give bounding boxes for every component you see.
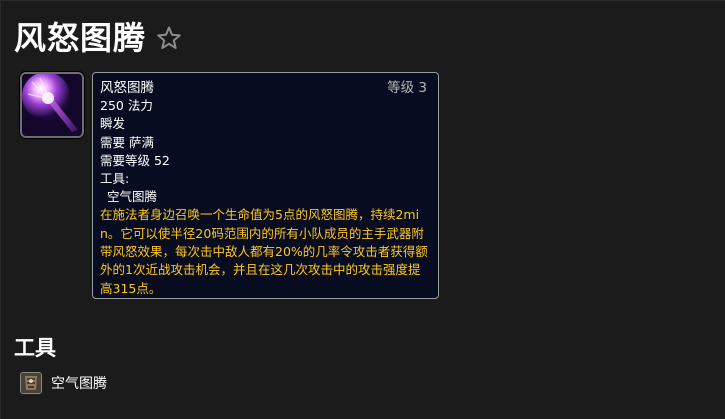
- tooltip-header: 风怒图腾 等级 3: [100, 79, 430, 97]
- tooltip-description: 在施法者身边召唤一个生命值为5点的风怒图腾，持续2min。它可以使半径20码范围…: [100, 207, 428, 296]
- tool-item-label: 空气图腾: [51, 376, 107, 392]
- tooltip-tool-item: 空气图腾: [107, 189, 158, 205]
- tools-section-heading: 工具: [14, 336, 56, 360]
- tooltip-requires-class: 需要 萨满: [100, 134, 154, 150]
- tooltip-cast-time: 瞬发: [100, 116, 126, 132]
- tooltip-cost: 250 法力: [100, 98, 153, 114]
- title-row: 风怒图腾: [14, 17, 182, 59]
- tooltip-tools-label: 工具:: [100, 171, 130, 187]
- spell-page: 风怒图腾 风怒图腾 等级 3 250 法力 瞬发 需要 萨满 需要等级 52 工…: [0, 0, 725, 419]
- page-title: 风怒图腾: [14, 19, 147, 57]
- tooltip-spell-level: 等级 3: [387, 80, 427, 96]
- spell-icon[interactable]: [20, 72, 84, 138]
- tooltip-spell-name: 风怒图腾: [100, 80, 154, 96]
- star-icon[interactable]: [156, 25, 182, 51]
- tooltip-requires-level: 需要等级 52: [100, 152, 170, 168]
- spell-tooltip: 风怒图腾 等级 3 250 法力 瞬发 需要 萨满 需要等级 52 工具: 空气…: [92, 72, 439, 299]
- tool-list-item[interactable]: 空气图腾: [20, 372, 107, 394]
- air-totem-icon: [20, 372, 42, 394]
